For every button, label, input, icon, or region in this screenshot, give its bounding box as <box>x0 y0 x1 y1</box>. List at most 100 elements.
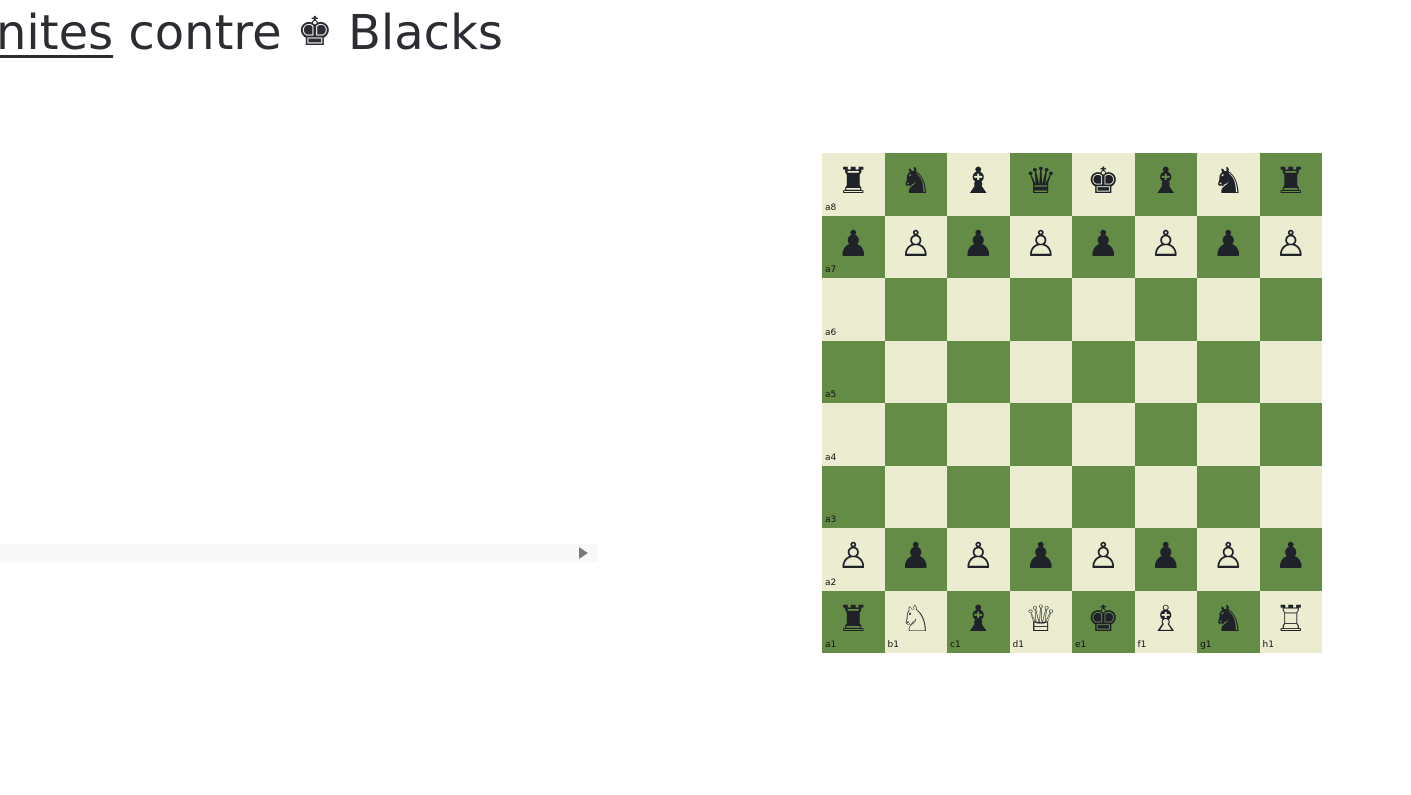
square-c8[interactable]: ♝ <box>947 153 1010 216</box>
square-a7[interactable]: ♟ a7 <box>822 215 885 278</box>
piece-a2[interactable]: ♙ <box>837 539 869 575</box>
square-h2[interactable]: ♟ <box>1259 528 1322 591</box>
square-f4[interactable] <box>1134 403 1197 466</box>
piece-g2[interactable]: ♙ <box>1212 539 1244 575</box>
piece-b2[interactable]: ♟ <box>900 539 932 575</box>
square-e5[interactable] <box>1072 340 1135 403</box>
square-e1[interactable]: ♚ e1 <box>1072 590 1135 653</box>
square-a6[interactable]: a6 <box>822 278 885 341</box>
square-d6[interactable] <box>1009 278 1072 341</box>
piece-f7[interactable]: ♙ <box>1150 226 1182 263</box>
square-d2[interactable]: ♟ <box>1009 528 1072 591</box>
square-g6[interactable] <box>1197 278 1260 341</box>
piece-e1[interactable]: ♚ <box>1087 601 1119 638</box>
piece-b7[interactable]: ♙ <box>900 226 932 263</box>
square-h8[interactable]: ♜ <box>1259 153 1322 216</box>
piece-e8[interactable]: ♚ <box>1087 164 1119 200</box>
square-h5[interactable] <box>1259 340 1322 403</box>
square-e4[interactable] <box>1072 403 1135 466</box>
square-g2[interactable]: ♙ <box>1197 528 1260 591</box>
square-f3[interactable] <box>1134 465 1197 528</box>
piece-b1[interactable]: ♘ <box>900 601 932 638</box>
square-f6[interactable] <box>1134 278 1197 341</box>
square-d4[interactable] <box>1009 403 1072 466</box>
piece-c1[interactable]: ♝ <box>962 601 994 638</box>
square-d5[interactable] <box>1009 340 1072 403</box>
piece-f1[interactable]: ♗ <box>1150 601 1182 638</box>
square-d7[interactable]: ♙ <box>1009 215 1072 278</box>
square-b5[interactable] <box>884 340 947 403</box>
piece-h1[interactable]: ♖ <box>1275 601 1307 638</box>
piece-g7[interactable]: ♟ <box>1212 226 1244 263</box>
square-f5[interactable] <box>1134 340 1197 403</box>
square-h6[interactable] <box>1259 278 1322 341</box>
square-e6[interactable] <box>1072 278 1135 341</box>
piece-h8[interactable]: ♜ <box>1275 164 1307 200</box>
white-player-link[interactable]: nites <box>0 5 113 61</box>
square-a8[interactable]: ♜ a8 <box>822 153 885 216</box>
piece-c7[interactable]: ♟ <box>962 226 994 263</box>
piece-e2[interactable]: ♙ <box>1087 539 1119 575</box>
square-h1[interactable]: ♖ h1 <box>1259 590 1322 653</box>
piece-e7[interactable]: ♟ <box>1087 226 1119 263</box>
square-d3[interactable] <box>1009 465 1072 528</box>
square-g4[interactable] <box>1197 403 1260 466</box>
square-b3[interactable] <box>884 465 947 528</box>
piece-d8[interactable]: ♛ <box>1025 164 1057 200</box>
piece-g1[interactable]: ♞ <box>1212 601 1244 638</box>
square-a2[interactable]: ♙ a2 <box>822 528 885 591</box>
piece-a1[interactable]: ♜ <box>837 601 869 638</box>
square-b8[interactable]: ♞ <box>884 153 947 216</box>
piece-d2[interactable]: ♟ <box>1025 539 1057 575</box>
square-e2[interactable]: ♙ <box>1072 528 1135 591</box>
piece-f2[interactable]: ♟ <box>1150 539 1182 575</box>
piece-f8[interactable]: ♝ <box>1150 164 1182 200</box>
square-f2[interactable]: ♟ <box>1134 528 1197 591</box>
square-b7[interactable]: ♙ <box>884 215 947 278</box>
square-c4[interactable] <box>947 403 1010 466</box>
square-h4[interactable] <box>1259 403 1322 466</box>
square-a5[interactable]: a5 <box>822 340 885 403</box>
square-h7[interactable]: ♙ <box>1259 215 1322 278</box>
square-c6[interactable] <box>947 278 1010 341</box>
square-d1[interactable]: ♕ d1 <box>1009 590 1072 653</box>
piece-d7[interactable]: ♙ <box>1025 226 1057 263</box>
square-g8[interactable]: ♞ <box>1197 153 1260 216</box>
square-f8[interactable]: ♝ <box>1134 153 1197 216</box>
square-g1[interactable]: ♞ g1 <box>1197 590 1260 653</box>
square-c7[interactable]: ♟ <box>947 215 1010 278</box>
piece-a8[interactable]: ♜ <box>837 164 869 200</box>
piece-h7[interactable]: ♙ <box>1275 226 1307 263</box>
square-e8[interactable]: ♚ <box>1072 153 1135 216</box>
square-b2[interactable]: ♟ <box>884 528 947 591</box>
square-c5[interactable] <box>947 340 1010 403</box>
square-b4[interactable] <box>884 403 947 466</box>
square-e7[interactable]: ♟ <box>1072 215 1135 278</box>
horizontal-scrollbar[interactable] <box>0 544 598 562</box>
piece-g8[interactable]: ♞ <box>1212 164 1244 200</box>
square-g3[interactable] <box>1197 465 1260 528</box>
square-b1[interactable]: ♘ b1 <box>884 590 947 653</box>
piece-c8[interactable]: ♝ <box>962 164 994 200</box>
square-a3[interactable]: a3 <box>822 465 885 528</box>
square-f1[interactable]: ♗ f1 <box>1134 590 1197 653</box>
square-c3[interactable] <box>947 465 1010 528</box>
square-c2[interactable]: ♙ <box>947 528 1010 591</box>
piece-d1[interactable]: ♕ <box>1025 601 1057 638</box>
square-a1[interactable]: ♜ a1 <box>822 590 885 653</box>
square-h3[interactable] <box>1259 465 1322 528</box>
piece-h2[interactable]: ♟ <box>1275 539 1307 575</box>
square-c1[interactable]: ♝ c1 <box>947 590 1010 653</box>
piece-a7[interactable]: ♟ <box>837 226 869 263</box>
square-g7[interactable]: ♟ <box>1197 215 1260 278</box>
square-g5[interactable] <box>1197 340 1260 403</box>
square-e3[interactable] <box>1072 465 1135 528</box>
arrow-right-icon[interactable] <box>579 547 588 559</box>
piece-c2[interactable]: ♙ <box>962 539 994 575</box>
square-b6[interactable] <box>884 278 947 341</box>
square-f7[interactable]: ♙ <box>1134 215 1197 278</box>
black-player-label: Blacks <box>348 5 503 61</box>
square-a4[interactable]: a4 <box>822 403 885 466</box>
square-d8[interactable]: ♛ <box>1009 153 1072 216</box>
piece-b8[interactable]: ♞ <box>900 164 932 200</box>
